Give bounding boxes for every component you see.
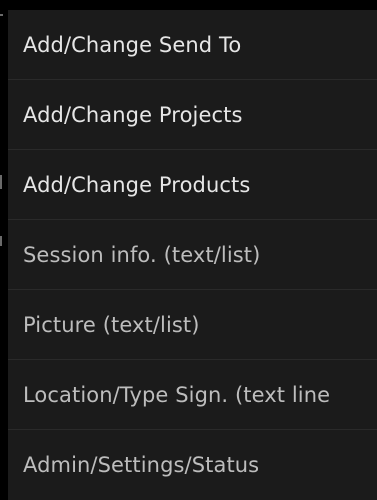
text-fade-overlay (343, 360, 377, 429)
edge-mark (0, 14, 3, 16)
menu-item-add-change-projects[interactable]: Add/Change Projects (8, 80, 377, 150)
menu-item-label: Location/Type Sign. (text line (23, 382, 331, 407)
menu-item-label: Session info. (text/list) (23, 242, 261, 267)
menu-item-label: Admin/Settings/Status (23, 453, 260, 477)
menu-item-session-info[interactable]: Session info. (text/list) (8, 220, 377, 290)
menu-item-picture[interactable]: Picture (text/list) (8, 290, 377, 360)
menu-item-label: Picture (text/list) (23, 312, 200, 337)
menu-item-add-change-products[interactable]: Add/Change Products (8, 150, 377, 220)
menu-item-location-type-sign[interactable]: Location/Type Sign. (text line (8, 360, 377, 430)
background-left-edge (0, 0, 8, 500)
menu-item-label: Add/Change Send To (23, 32, 242, 57)
menu-item-label: Add/Change Projects (23, 102, 243, 127)
menu-item-add-change-send-to[interactable]: Add/Change Send To (8, 10, 377, 80)
edge-mark (0, 236, 2, 246)
edge-mark (0, 175, 2, 189)
menu-item-admin-settings-status[interactable]: Admin/Settings/Status (8, 430, 377, 500)
menu-item-label: Add/Change Products (23, 172, 251, 197)
popup-menu: Add/Change Send To Add/Change Projects A… (8, 10, 377, 500)
